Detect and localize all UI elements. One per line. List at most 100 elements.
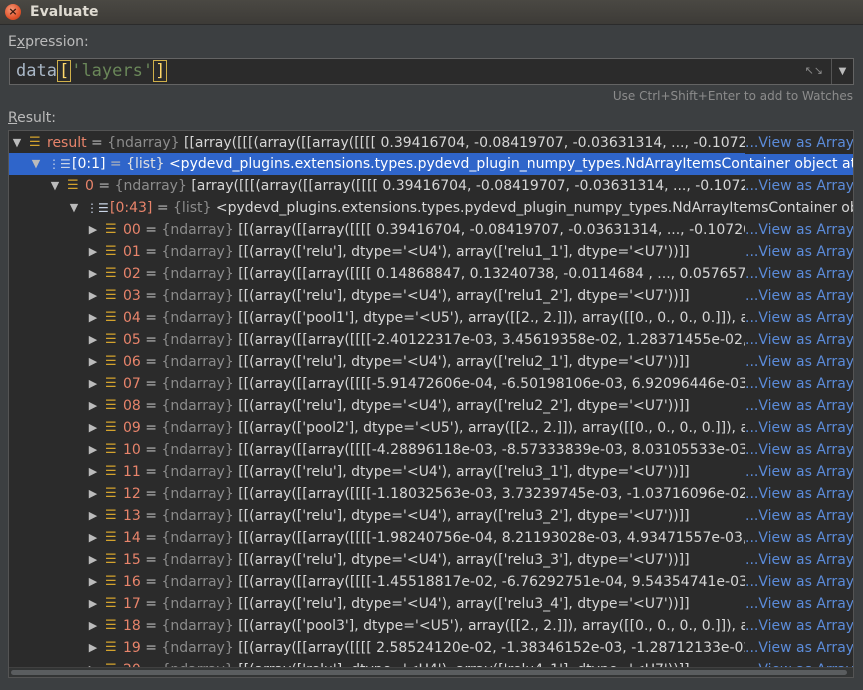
history-dropdown-icon[interactable]: ▼ bbox=[831, 59, 853, 84]
tree-row[interactable]: ▶ ☰ 04 = {ndarray} [[(array(['pool1'], dty… bbox=[9, 307, 853, 329]
row-text: 17 = {ndarray} [[(array(['relu'], dtype=… bbox=[123, 593, 690, 615]
tree-row[interactable]: ▼ ☰ result = {ndarray} [[array([[[(array([… bbox=[9, 132, 853, 154]
variable-value: <pydevd_plugins.extensions.types.pydevd_… bbox=[215, 200, 854, 216]
list-icon: ⋮☰ bbox=[86, 201, 109, 215]
equals-sign: = bbox=[140, 552, 162, 568]
tree-row[interactable]: ▶ ☰ 03 = {ndarray} [[(array(['relu'], dtyp… bbox=[9, 285, 853, 307]
view-as-array-link[interactable]: ...View as Array bbox=[745, 241, 853, 263]
collapsed-arrow-icon[interactable]: ▶ bbox=[87, 549, 99, 571]
variable-name: 04 bbox=[123, 310, 141, 326]
collapsed-arrow-icon[interactable]: ▶ bbox=[87, 461, 99, 483]
view-as-array-link[interactable]: ...View as Array bbox=[745, 637, 853, 659]
tree-row[interactable]: ▶ ☰ 05 = {ndarray} [[(array([[array([[[[-2… bbox=[9, 329, 853, 351]
view-as-array-link[interactable]: ...View as Array bbox=[745, 263, 853, 285]
collapsed-arrow-icon[interactable]: ▶ bbox=[87, 593, 99, 615]
collapsed-arrow-icon[interactable]: ▶ bbox=[87, 307, 99, 329]
collapsed-arrow-icon[interactable]: ▶ bbox=[87, 417, 99, 439]
collapsed-arrow-icon[interactable]: ▶ bbox=[87, 439, 99, 461]
tree-row[interactable]: ▶ ☰ 12 = {ndarray} [[(array([[array([[[[-1… bbox=[9, 483, 853, 505]
tree-row[interactable]: ▶ ☰ 15 = {ndarray} [[(array(['relu'], dtyp… bbox=[9, 549, 853, 571]
expanded-arrow-icon[interactable]: ▼ bbox=[49, 175, 61, 197]
tree-row[interactable]: ▶ ☰ 00 = {ndarray} [[(array([[array([[[[ 0… bbox=[9, 219, 853, 241]
collapsed-arrow-icon[interactable]: ▶ bbox=[87, 351, 99, 373]
collapsed-arrow-icon[interactable]: ▶ bbox=[87, 373, 99, 395]
view-as-array-link[interactable]: ...View as Array bbox=[745, 527, 853, 549]
tree-row[interactable]: ▼ ⋮☰ [0:43] = {list} <pydevd_plugins.exten… bbox=[9, 197, 853, 219]
tree-row[interactable]: ▶ ☰ 18 = {ndarray} [[(array(['pool3'], dty… bbox=[9, 615, 853, 637]
equals-sign: = bbox=[140, 464, 162, 480]
view-as-array-link[interactable]: ...View as Array bbox=[745, 307, 853, 329]
view-as-array-link[interactable]: ...View as Array bbox=[745, 175, 853, 197]
tree-row[interactable]: ▶ ☰ 17 = {ndarray} [[(array(['relu'], dtyp… bbox=[9, 593, 853, 615]
view-as-array-link[interactable]: ...View as Array bbox=[745, 461, 853, 483]
expanded-arrow-icon[interactable]: ▼ bbox=[30, 153, 42, 175]
tree-row[interactable]: ▶ ☰ 08 = {ndarray} [[(array(['relu'], dtyp… bbox=[9, 395, 853, 417]
expanded-arrow-icon[interactable]: ▼ bbox=[68, 197, 80, 219]
variable-value: [[(array([[array([[[[-1.45518817e-02, -6… bbox=[238, 574, 775, 590]
view-as-array-link[interactable]: ...View as Array bbox=[745, 373, 853, 395]
variable-type: {list} bbox=[173, 200, 212, 216]
view-as-array-link[interactable]: ...View as Array bbox=[745, 395, 853, 417]
expression-text[interactable]: data['layers'] bbox=[16, 60, 168, 82]
collapsed-arrow-icon[interactable]: ▶ bbox=[87, 395, 99, 417]
view-as-array-link[interactable]: ...View as Array bbox=[745, 593, 853, 615]
variable-name: 11 bbox=[123, 464, 141, 480]
variable-type: {ndarray} bbox=[161, 420, 234, 436]
view-as-array-link[interactable]: ...View as Array bbox=[745, 351, 853, 373]
collapsed-arrow-icon[interactable]: ▶ bbox=[87, 219, 99, 241]
collapsed-arrow-icon[interactable]: ▶ bbox=[87, 285, 99, 307]
collapsed-arrow-icon[interactable]: ▶ bbox=[87, 241, 99, 263]
row-text: 01 = {ndarray} [[(array(['relu'], dtype=… bbox=[123, 241, 690, 263]
tree-row[interactable]: ▶ ☰ 06 = {ndarray} [[(array(['relu'], dtyp… bbox=[9, 351, 853, 373]
collapsed-arrow-icon[interactable]: ▶ bbox=[87, 615, 99, 637]
tree-row[interactable]: ▼ ⋮☰ [0:1] = {list} <pydevd_plugins.extens… bbox=[9, 153, 853, 175]
collapsed-arrow-icon[interactable]: ▶ bbox=[87, 505, 99, 527]
variable-type: {ndarray} bbox=[161, 618, 234, 634]
collapsed-arrow-icon[interactable]: ▶ bbox=[87, 637, 99, 659]
variable-value: [[(array([[array([[[[-1.18032563e-03, 3.… bbox=[238, 486, 775, 502]
view-as-array-link[interactable]: ...View as Array bbox=[745, 417, 853, 439]
view-as-array-link[interactable]: ...View as Array bbox=[745, 329, 853, 351]
tree-row[interactable]: ▶ ☰ 14 = {ndarray} [[(array([[array([[[[-1… bbox=[9, 527, 853, 549]
view-as-array-link[interactable]: ...View as Array bbox=[745, 615, 853, 637]
tree-row[interactable]: ▶ ☰ 02 = {ndarray} [[(array([[array([[[[ 0… bbox=[9, 263, 853, 285]
collapsed-arrow-icon[interactable]: ▶ bbox=[87, 483, 99, 505]
variable-value: [[(array(['relu'], dtype='<U4'), array([… bbox=[238, 464, 690, 480]
view-as-array-link[interactable]: ...View as Array bbox=[745, 505, 853, 527]
tree-row[interactable]: ▶ ☰ 11 = {ndarray} [[(array(['relu'], dtyp… bbox=[9, 461, 853, 483]
close-icon[interactable]: × bbox=[5, 4, 21, 20]
view-as-array-link[interactable]: ...View as Array bbox=[745, 549, 853, 571]
tree-row[interactable]: ▼ ☰ 0 = {ndarray} [array([[[(array([[array… bbox=[9, 175, 853, 197]
tree-row[interactable]: ▶ ☰ 09 = {ndarray} [[(array(['pool2'], dty… bbox=[9, 417, 853, 439]
tree-row[interactable]: ▶ ☰ 10 = {ndarray} [[(array([[array([[[[-4… bbox=[9, 439, 853, 461]
view-as-array-link[interactable]: ...View as Array bbox=[745, 132, 853, 154]
horizontal-scrollbar[interactable] bbox=[9, 667, 853, 677]
view-as-array-link[interactable]: ...View as Array bbox=[745, 285, 853, 307]
result-tree[interactable]: ▶☰20 = {ndarray} [[(array(['relu'], dtyp… bbox=[8, 130, 854, 678]
tree-row[interactable]: ▶ ☰ 13 = {ndarray} [[(array(['relu'], dtyp… bbox=[9, 505, 853, 527]
variable-value: [[(array([[array([[[[ 2.58524120e-02, -1… bbox=[238, 640, 780, 656]
array-icon: ☰ bbox=[105, 332, 117, 347]
title-bar: × Evaluate bbox=[0, 0, 863, 25]
tree-row[interactable]: ▶ ☰ 07 = {ndarray} [[(array([[array([[[[-5… bbox=[9, 373, 853, 395]
view-as-array-link[interactable]: ...View as Array bbox=[745, 439, 853, 461]
tree-row[interactable]: ▶ ☰ 19 = {ndarray} [[(array([[array([[[[ 2… bbox=[9, 637, 853, 659]
variable-name: [0:1] bbox=[72, 156, 106, 172]
expression-input[interactable]: data['layers'] ↖↘ ▼ bbox=[9, 58, 854, 85]
variable-type: {ndarray} bbox=[161, 354, 234, 370]
collapsed-arrow-icon[interactable]: ▶ bbox=[87, 571, 99, 593]
tree-row[interactable]: ▶ ☰ 01 = {ndarray} [[(array(['relu'], dtyp… bbox=[9, 241, 853, 263]
view-as-array-link[interactable]: ...View as Array bbox=[745, 219, 853, 241]
variable-value: [[(array(['pool3'], dtype='<U5'), array(… bbox=[238, 618, 818, 634]
view-as-array-link[interactable]: ...View as Array bbox=[745, 483, 853, 505]
expanded-arrow-icon[interactable]: ▼ bbox=[11, 132, 23, 154]
view-as-array-link[interactable]: ...View as Array bbox=[745, 571, 853, 593]
tree-row[interactable]: ▶ ☰ 16 = {ndarray} [[(array([[array([[[[-1… bbox=[9, 571, 853, 593]
collapsed-arrow-icon[interactable]: ▶ bbox=[87, 527, 99, 549]
expand-icon[interactable]: ↖↘ bbox=[805, 64, 823, 77]
row-text: [0:1] = {list} <pydevd_plugins.extension… bbox=[72, 153, 853, 175]
scrollbar-thumb[interactable] bbox=[11, 670, 847, 675]
row-text: 12 = {ndarray} [[(array([[array([[[[-1.1… bbox=[123, 483, 775, 505]
collapsed-arrow-icon[interactable]: ▶ bbox=[87, 263, 99, 285]
collapsed-arrow-icon[interactable]: ▶ bbox=[87, 329, 99, 351]
